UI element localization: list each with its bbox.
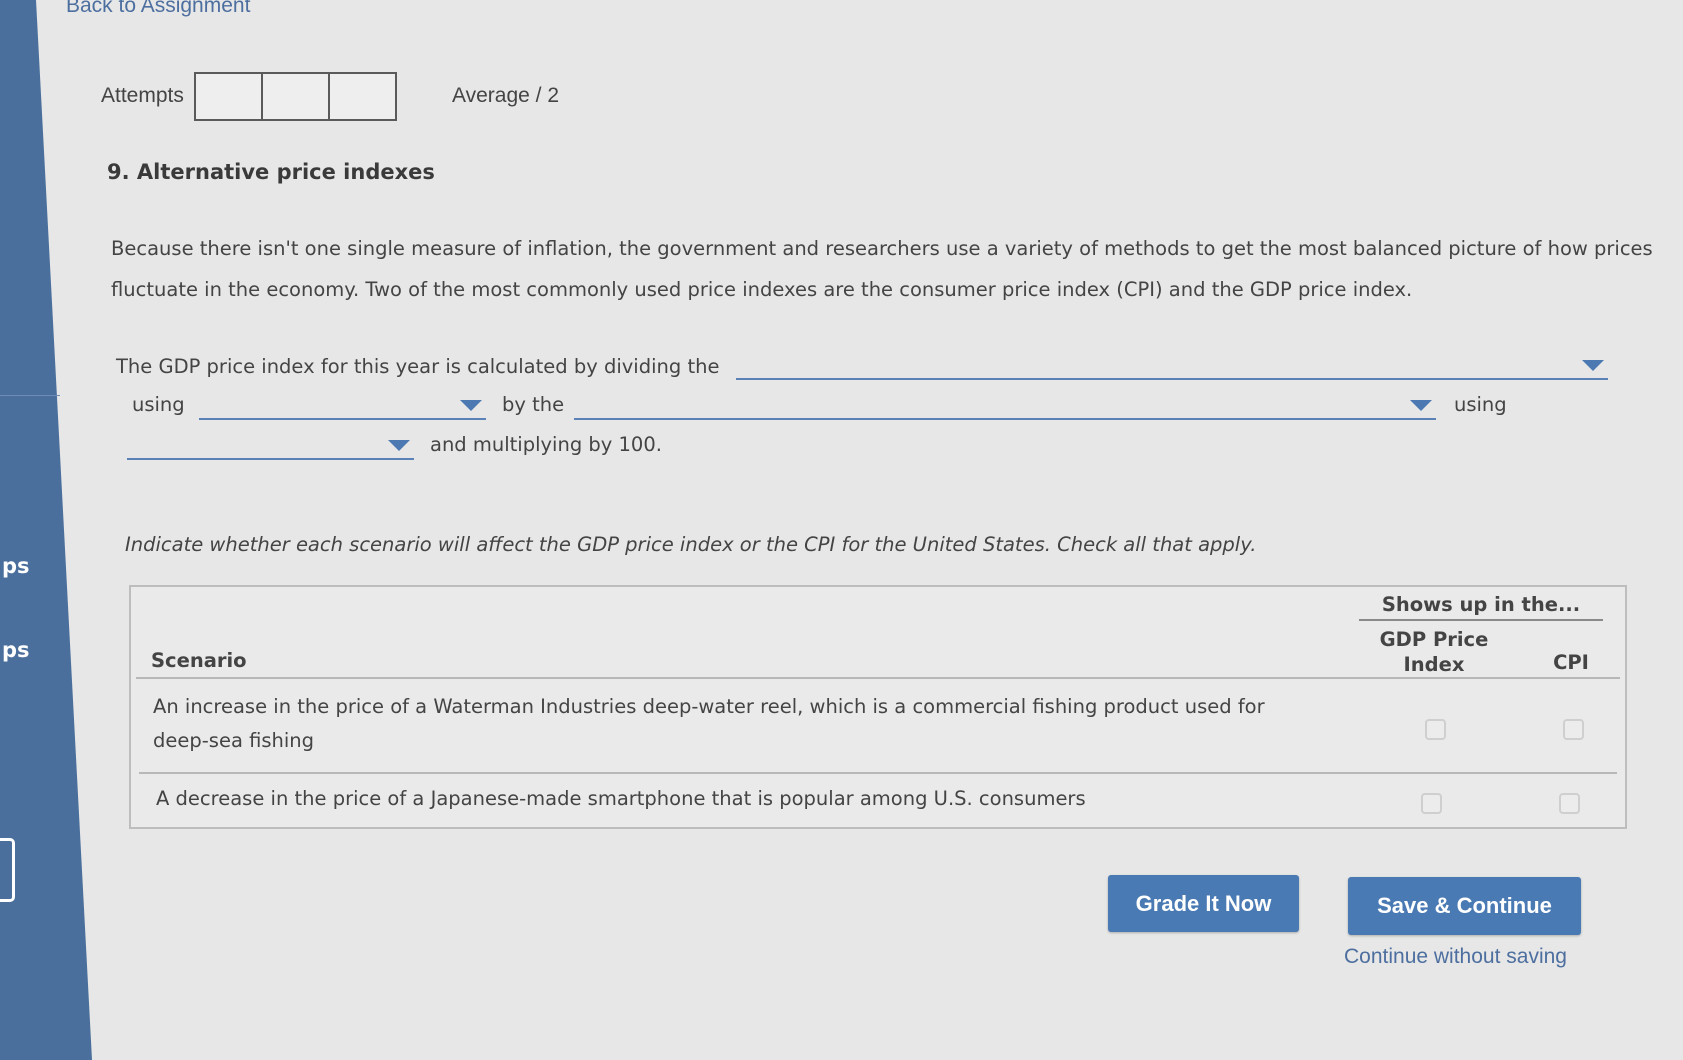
header-divider <box>136 677 1620 679</box>
chevron-down-icon <box>388 440 410 451</box>
dropdown-denominator[interactable] <box>574 392 1436 420</box>
attempt-box <box>196 74 263 119</box>
chevron-down-icon <box>1582 360 1604 371</box>
dropdown-numerator-prices[interactable] <box>199 392 486 420</box>
table-row-scenario: A decrease in the price of a Japanese-ma… <box>156 787 1086 810</box>
grade-it-now-button[interactable]: Grade It Now <box>1108 875 1299 932</box>
sentence-part-3: by the <box>502 393 565 416</box>
cpi-checkbox[interactable] <box>1563 719 1584 740</box>
left-sidebar <box>0 0 92 1060</box>
instruction-text: Indicate whether each scenario will affe… <box>125 533 1257 556</box>
scenario-column-header: Scenario <box>151 649 247 672</box>
row-divider <box>139 772 1617 774</box>
scenario-table: Shows up in the... GDP Price Index CPI S… <box>129 585 1627 829</box>
shows-up-header: Shows up in the... <box>1359 593 1603 621</box>
sentence-part-4: using <box>1454 393 1507 416</box>
attempt-box <box>263 74 330 119</box>
sentence-part-2: using <box>132 393 185 416</box>
dropdown-numerator[interactable] <box>736 352 1608 380</box>
dropdown-denominator-prices[interactable] <box>127 432 414 460</box>
table-row-scenario: An increase in the price of a Waterman I… <box>153 695 1265 752</box>
cpi-column-header: CPI <box>1553 651 1589 674</box>
sentence-part-1: The GDP price index for this year is cal… <box>116 355 720 378</box>
attempts-indicator <box>194 72 397 121</box>
average-label: Average / 2 <box>452 84 560 107</box>
chevron-down-icon <box>460 400 482 411</box>
attempt-box <box>330 74 395 119</box>
gdp-column-header: GDP Price Index <box>1379 628 1489 676</box>
gdp-checkbox[interactable] <box>1421 793 1442 814</box>
question-title: 9. Alternative price indexes <box>107 160 435 184</box>
cpi-checkbox[interactable] <box>1559 793 1580 814</box>
question-intro: Because there isn't one single measure o… <box>111 237 1653 301</box>
back-to-assignment-link[interactable]: Back to Assignment <box>66 0 250 18</box>
continue-without-saving-link[interactable]: Continue without saving <box>1344 945 1567 969</box>
attempts-label: Attempts <box>101 84 184 107</box>
sidebar-divider <box>0 395 60 396</box>
sidebar-item-fragment[interactable]: ps <box>2 638 30 662</box>
gdp-checkbox[interactable] <box>1425 719 1446 740</box>
sidebar-toggle[interactable] <box>0 838 15 902</box>
sentence-part-5: and multiplying by 100. <box>430 433 662 456</box>
sidebar-item-fragment[interactable]: ps <box>2 554 30 578</box>
save-and-continue-button[interactable]: Save & Continue <box>1348 877 1581 935</box>
chevron-down-icon <box>1410 400 1432 411</box>
